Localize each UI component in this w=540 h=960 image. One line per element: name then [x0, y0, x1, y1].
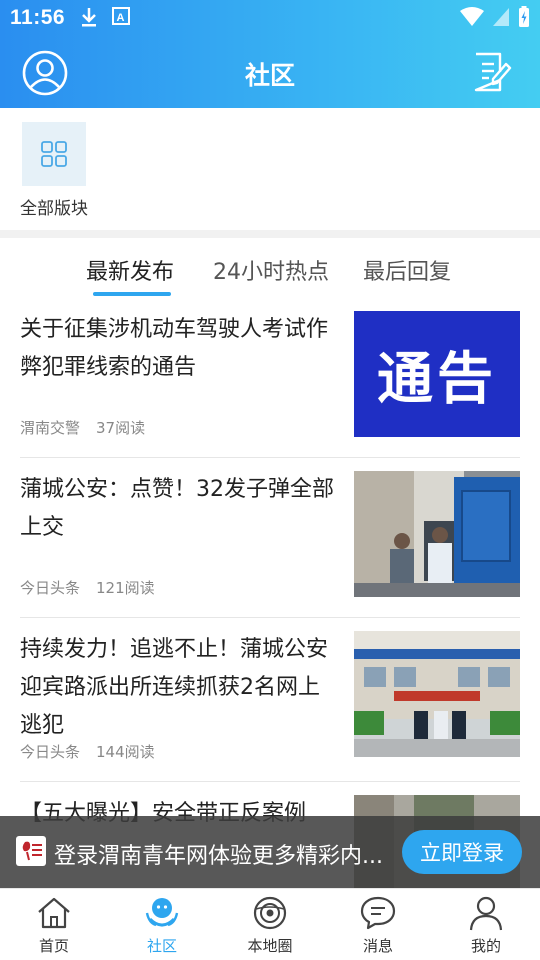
- notice-thumb-text: 通告: [377, 346, 497, 412]
- article-meta: 今日头条 121阅读: [20, 577, 155, 598]
- nav-label: 社区: [146, 937, 177, 955]
- police-station-photo: [354, 471, 520, 597]
- article-source: 今日头条: [20, 579, 81, 597]
- article-source: 渭南交警: [20, 419, 81, 437]
- svg-text:A: A: [117, 12, 125, 24]
- nav-label: 本地圈: [247, 937, 293, 955]
- police-building-photo: [354, 631, 520, 757]
- feed-tabs: 最新发布 24小时热点 最后回复: [0, 244, 540, 300]
- status-bar: 11:56 A: [0, 0, 540, 36]
- tab-24h-hot[interactable]: 24小时热点: [213, 254, 329, 286]
- article-title: 蒲城公安：点赞！32发子弹全部上交: [20, 477, 334, 540]
- article-meta: 渭南交警 37阅读: [20, 417, 145, 438]
- community-icon: [145, 898, 179, 927]
- app-bar: 社区: [0, 40, 540, 108]
- article-thumbnail: [354, 471, 520, 597]
- login-prompt-text: 登录渭南青年网体验更多精彩内...: [54, 844, 383, 869]
- tab-latest[interactable]: 最新发布: [86, 254, 174, 286]
- article-meta: 今日头条 144阅读: [20, 741, 155, 762]
- download-icon: [82, 8, 96, 27]
- signal-icon: [493, 8, 509, 26]
- section-divider: [0, 230, 540, 238]
- grid-icon: [41, 141, 67, 167]
- app-logo-icon: [16, 836, 46, 866]
- article-thumbnail: [354, 631, 520, 757]
- profile-icon: [469, 896, 503, 931]
- nav-item-local[interactable]: 本地圈: [225, 895, 315, 960]
- sections-panel: 全部版块: [0, 108, 540, 230]
- article-reads: 37阅读: [96, 419, 146, 437]
- row-divider: [20, 457, 520, 458]
- row-divider: [20, 781, 520, 782]
- article-source: 今日头条: [20, 743, 81, 761]
- all-sections-label: 全部版块: [20, 199, 88, 219]
- article-title: 关于征集涉机动车驾驶人考试作弊犯罪线索的通告: [20, 317, 329, 380]
- new-post-button[interactable]: [472, 50, 512, 94]
- status-time: 11:56: [10, 6, 66, 29]
- message-icon: [360, 896, 396, 930]
- font-a-icon: A: [112, 7, 130, 25]
- article-title: 持续发力！追逃不止！蒲城公安迎宾路派出所连续抓获2名网上逃犯: [20, 637, 329, 738]
- list-item[interactable]: 关于征集涉机动车驾驶人考试作弊犯罪线索的通告 渭南交警 37阅读 通告: [20, 311, 520, 471]
- login-banner: 登录渭南青年网体验更多精彩内... 立即登录: [0, 816, 540, 888]
- wifi-icon: [460, 7, 484, 26]
- article-reads: 144阅读: [96, 743, 155, 761]
- nav-item-community[interactable]: 社区: [117, 895, 207, 960]
- nav-label: 首页: [38, 937, 69, 955]
- nav-label: 我的: [470, 937, 501, 955]
- nav-item-home[interactable]: 首页: [9, 895, 99, 960]
- list-item[interactable]: 持续发力！追逃不止！蒲城公安迎宾路派出所连续抓获2名网上逃犯 今日头条 144阅…: [20, 631, 520, 791]
- tab-last-reply[interactable]: 最后回复: [363, 254, 451, 286]
- bottom-nav: 首页 社区 本地圈 消息 我的: [0, 888, 540, 960]
- edit-document-icon: [474, 52, 512, 92]
- local-circle-icon: [253, 896, 287, 930]
- nav-item-messages[interactable]: 消息: [333, 895, 423, 960]
- app-header: 11:56 A 社区: [0, 0, 540, 108]
- row-divider: [20, 617, 520, 618]
- all-sections-button[interactable]: [22, 122, 86, 186]
- active-tab-indicator: [93, 292, 171, 296]
- home-icon: [38, 897, 70, 929]
- nav-label: 消息: [362, 937, 393, 955]
- list-item[interactable]: 蒲城公安：点赞！32发子弹全部上交 今日头条 121阅读: [20, 471, 520, 631]
- nav-item-profile[interactable]: 我的: [441, 895, 531, 960]
- article-reads: 121阅读: [96, 579, 155, 597]
- page-title: 社区: [244, 61, 295, 90]
- article-thumbnail: 通告: [354, 311, 520, 437]
- login-button[interactable]: 立即登录: [402, 830, 522, 874]
- battery-icon: [519, 6, 529, 27]
